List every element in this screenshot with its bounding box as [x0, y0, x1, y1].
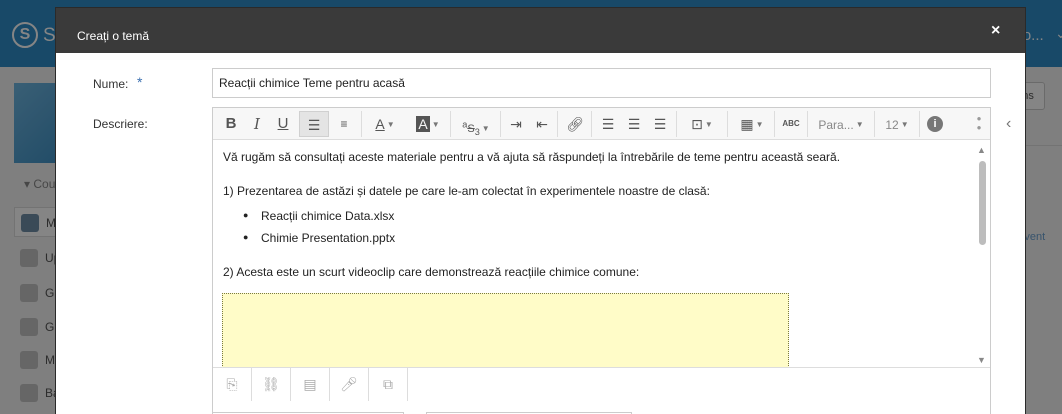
underline-button[interactable]: U [271, 111, 295, 137]
name-input[interactable] [212, 68, 991, 98]
dialog-header: Creați o temă × [56, 8, 1025, 53]
numbered-list-icon: ≡ [340, 117, 348, 131]
chevron-left-icon[interactable]: ‹ [1006, 115, 1011, 133]
align-left-icon: ☰ [601, 116, 615, 132]
font-size-select[interactable]: 12 ▼ [878, 111, 916, 137]
bullet-list-icon: ☰ [307, 117, 321, 133]
toolbar-separator [727, 111, 728, 137]
font-color-button[interactable]: A ▼ [366, 111, 404, 137]
scroll-up-icon[interactable]: ▲ [977, 145, 986, 155]
outdent-button[interactable]: ⇤ [531, 111, 553, 137]
microphone-icon: 🎤︎ [340, 376, 358, 392]
bullet-list-button[interactable]: ☰ [299, 111, 329, 137]
spellcheck-icon: ABC [782, 119, 800, 128]
superscript-strikethrough-button[interactable]: aS3 ▼ [455, 111, 497, 137]
scroll-down-icon[interactable]: ▼ [977, 355, 986, 365]
editor-scrollbar[interactable]: ▲ ▼ [974, 141, 990, 367]
dialog-title: Creați o temă [77, 29, 150, 43]
align-right-button[interactable]: ☰ [649, 111, 671, 137]
description-item-2: 2) Acesta este un scurt videoclip care d… [223, 265, 640, 279]
description-item-1: 1) Prezentarea de astăzi și datele pe ca… [223, 184, 710, 198]
more-options-icon[interactable]: ● ● [975, 114, 983, 132]
attach-resource-button[interactable]: ▤ [291, 368, 330, 401]
toolbar-separator [774, 111, 775, 137]
description-label: Descriere: [93, 117, 148, 131]
align-right-icon: ☰ [653, 116, 667, 132]
editor-content[interactable]: Vă rugăm să consultați aceste materiale … [213, 141, 973, 367]
info-icon[interactable]: i [927, 116, 943, 132]
table-icon: ▦ [740, 116, 754, 132]
indent-button[interactable]: ⇥ [505, 111, 527, 137]
toolbar-separator [676, 111, 677, 137]
media-icon: ⧉ [383, 376, 393, 392]
toolbar-separator [919, 111, 920, 137]
video-embed-placeholder[interactable] [222, 293, 789, 367]
numbered-list-button[interactable]: ≡ [331, 111, 357, 137]
record-audio-button[interactable]: 🎤︎ [330, 368, 369, 401]
toolbar-separator [557, 111, 558, 137]
bullet-icon: ● [243, 232, 249, 242]
insert-content-button[interactable]: ⊡ ▼ [681, 111, 723, 137]
insert-content-icon: ⊡ [691, 116, 703, 132]
editor-toolbar: B I U ☰ ≡ A ▼ A ▼ aS3 ▼ ⇥ ⇤ 🔗︎ ☰ ☰ ☰ ⊡ ▼… [213, 108, 990, 140]
description-intro: Vă rugăm să consultați aceste materiale … [223, 150, 841, 164]
attach-file-icon: ⎘ [226, 376, 238, 392]
toolbar-separator [450, 111, 451, 137]
toolbar-separator [361, 111, 362, 137]
attach-file-button[interactable]: ⎘ [213, 368, 252, 401]
spellcheck-button[interactable]: ABC [779, 111, 803, 137]
text-effects-icon: aS3 [462, 119, 480, 137]
table-button[interactable]: ▦ ▼ [733, 111, 771, 137]
outdent-icon: ⇤ [536, 116, 548, 132]
paragraph-format-select[interactable]: Para... ▼ [811, 111, 871, 137]
close-icon[interactable]: × [991, 22, 1000, 40]
align-center-icon: ☰ [627, 116, 641, 132]
toolbar-separator [591, 111, 592, 137]
file-link-xlsx[interactable]: Reacții chimice Data.xlsx [261, 209, 394, 223]
attach-link-icon: ⛓ [262, 376, 280, 392]
scrollbar-thumb[interactable] [979, 161, 986, 245]
highlight-icon: A [416, 116, 430, 132]
align-left-button[interactable]: ☰ [597, 111, 619, 137]
bold-button[interactable]: B [219, 111, 243, 137]
indent-icon: ⇥ [510, 116, 522, 132]
attach-link-button[interactable]: ⛓ [252, 368, 291, 401]
highlight-color-button[interactable]: A ▼ [409, 111, 447, 137]
toolbar-separator [874, 111, 875, 137]
link-icon: 🔗︎ [566, 116, 584, 132]
rich-text-editor: B I U ☰ ≡ A ▼ A ▼ aS3 ▼ ⇥ ⇤ 🔗︎ ☰ ☰ ☰ ⊡ ▼… [212, 107, 991, 414]
align-center-button[interactable]: ☰ [623, 111, 645, 137]
toolbar-separator [500, 111, 501, 137]
link-button[interactable]: 🔗︎ [563, 111, 587, 137]
dialog-body: Nume: * Descriere: B I U ☰ ≡ A▼ A▼ aS3▼ … [68, 53, 1013, 414]
italic-button[interactable]: I [245, 111, 269, 137]
create-assignment-dialog: Creați o temă × Nume: * Descriere: B I U… [55, 7, 1026, 414]
editor-attachment-bar: ⎘ ⛓ ▤ 🎤︎ ⧉ [213, 367, 990, 401]
insert-media-button[interactable]: ⧉ [369, 368, 408, 401]
resource-icon: ▤ [303, 376, 317, 392]
name-label: Nume: [93, 77, 129, 91]
required-marker: * [137, 74, 143, 90]
file-link-pptx[interactable]: Chimie Presentation.pptx [261, 231, 395, 245]
toolbar-separator [807, 111, 808, 137]
bullet-icon: ● [243, 210, 249, 220]
font-color-icon: A [375, 116, 385, 132]
